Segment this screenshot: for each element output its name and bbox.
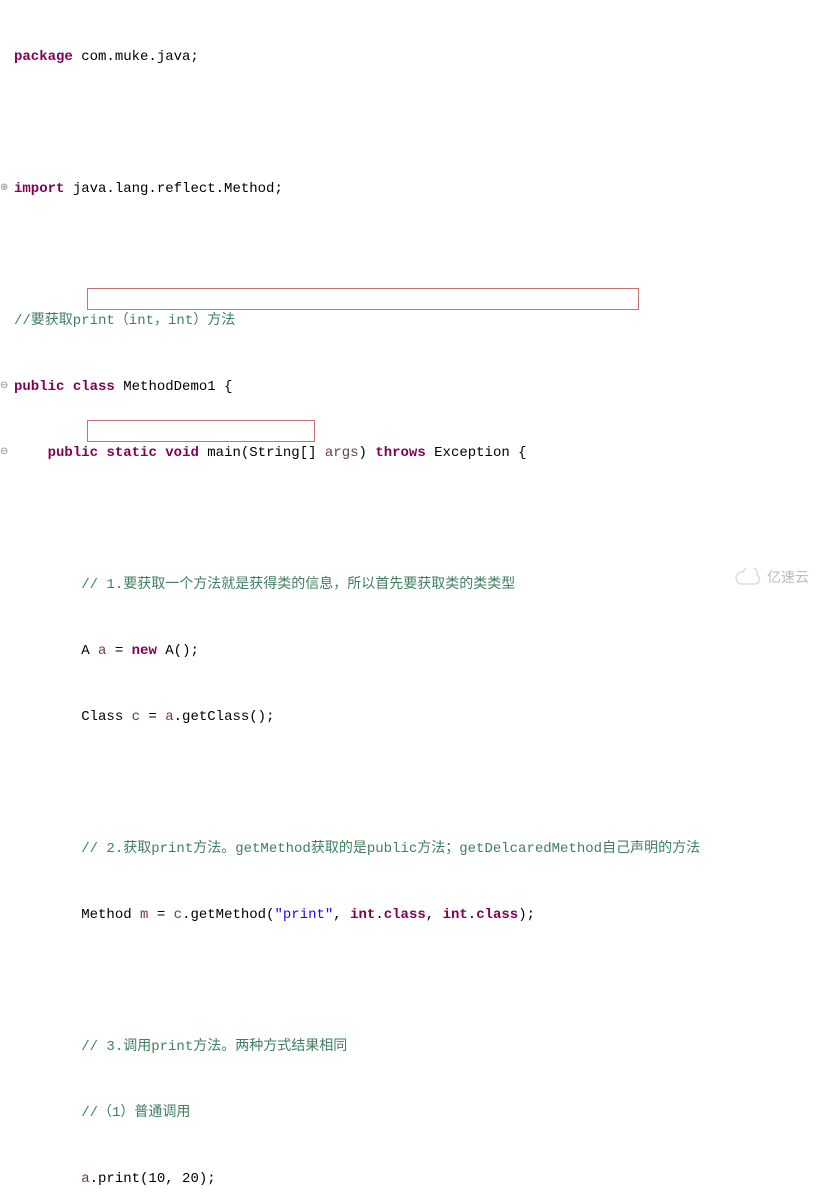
code-editor[interactable]: package com.muke.java; ⊕import java.lang… <box>0 0 817 1192</box>
code-line <box>14 112 817 134</box>
paren-close: ) <box>359 445 376 461</box>
ref-a: a <box>165 709 173 725</box>
keyword-int: int <box>443 907 468 923</box>
eq: = <box>106 643 131 659</box>
var-a: a <box>98 643 106 659</box>
indent: Class <box>14 709 132 725</box>
dot: . <box>375 907 383 923</box>
highlight-box-invoke <box>87 420 315 442</box>
keyword-import: import <box>14 181 64 197</box>
eq: = <box>140 709 165 725</box>
call-getmethod: .getMethod( <box>182 907 274 923</box>
code-line: // 2.获取print方法。getMethod获取的是public方法；get… <box>14 838 817 860</box>
keyword-class: class <box>73 379 115 395</box>
code-line: // 1.要获取一个方法就是获得类的信息，所以首先要获取类的类类型 <box>14 574 817 596</box>
param-args: args <box>325 445 359 461</box>
code-line: // 3.调用print方法。两种方式结果相同 <box>14 1036 817 1058</box>
ref-a: a <box>81 1171 89 1187</box>
code-line: ⊕import java.lang.reflect.Method; <box>14 178 817 200</box>
code-line: Method m = c.getMethod("print", int.clas… <box>14 904 817 926</box>
indent: A <box>14 643 98 659</box>
indent: Method <box>14 907 140 923</box>
comment: //（1）普通调用 <box>14 1105 190 1121</box>
code-line: Class c = a.getClass(); <box>14 706 817 728</box>
cloud-icon <box>735 568 763 586</box>
method-sig: main(String[] <box>199 445 325 461</box>
keyword-int: int <box>350 907 375 923</box>
code-line <box>14 508 817 530</box>
keyword-package: package <box>14 49 73 65</box>
code-line: //要获取print（int，int）方法 <box>14 310 817 332</box>
comment: // 1.要获取一个方法就是获得类的信息，所以首先要获取类的类类型 <box>14 577 515 593</box>
var-c: c <box>132 709 140 725</box>
comma: , <box>333 907 350 923</box>
semi: ); <box>518 907 535 923</box>
string-print: "print" <box>274 907 333 923</box>
dot: . <box>468 907 476 923</box>
code-line: a.print(10, 20); <box>14 1168 817 1190</box>
fold-icon[interactable]: ⊖ <box>0 442 10 464</box>
comma: , <box>426 907 443 923</box>
import-path: java.lang.reflect.Method; <box>64 181 282 197</box>
keyword-static: static <box>106 445 156 461</box>
keyword-class: class <box>476 907 518 923</box>
code-line <box>14 970 817 992</box>
code-line: ⊖public class MethodDemo1 { <box>14 376 817 398</box>
package-path: com.muke.java; <box>73 49 199 65</box>
fold-icon[interactable]: ⊕ <box>0 178 10 200</box>
comment: // 3.调用print方法。两种方式结果相同 <box>14 1039 347 1055</box>
code-line: package com.muke.java; <box>14 46 817 68</box>
keyword-class: class <box>384 907 426 923</box>
indent <box>14 445 48 461</box>
comment: // 2.获取print方法。getMethod获取的是public方法；get… <box>14 841 700 857</box>
keyword-public: public <box>48 445 98 461</box>
ctor-call: A(); <box>157 643 199 659</box>
eq: = <box>148 907 173 923</box>
call-getclass: .getClass(); <box>174 709 275 725</box>
watermark-text: 亿速云 <box>767 566 809 588</box>
code-line: //（1）普通调用 <box>14 1102 817 1124</box>
code-line <box>14 244 817 266</box>
comment: //要获取print（int，int）方法 <box>14 313 235 329</box>
fold-icon[interactable]: ⊖ <box>0 376 10 398</box>
keyword-throws: throws <box>375 445 425 461</box>
throws-list: Exception { <box>426 445 527 461</box>
code-line: ⊖ public static void main(String[] args)… <box>14 442 817 464</box>
var-m: m <box>140 907 148 923</box>
indent <box>14 1171 81 1187</box>
highlight-box-getmethod <box>87 288 639 310</box>
code-line: A a = new A(); <box>14 640 817 662</box>
call-print: .print(10, 20); <box>90 1171 216 1187</box>
class-name: MethodDemo1 { <box>115 379 233 395</box>
code-line <box>14 772 817 794</box>
watermark: 亿速云 <box>735 566 809 588</box>
ref-c: c <box>174 907 182 923</box>
keyword-void: void <box>165 445 199 461</box>
keyword-public: public <box>14 379 64 395</box>
keyword-new: new <box>132 643 157 659</box>
